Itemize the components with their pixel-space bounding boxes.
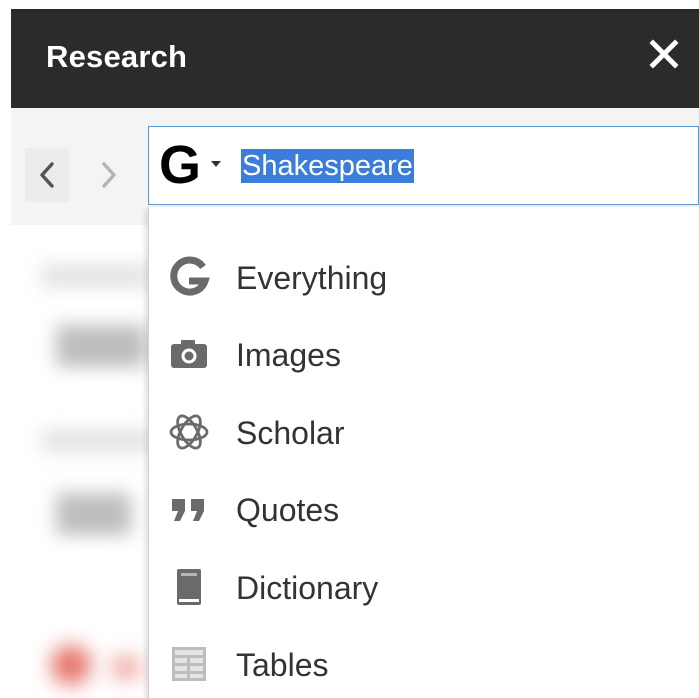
google-g-icon: G <box>159 135 202 195</box>
google-g-icon <box>170 256 210 296</box>
book-icon <box>177 569 201 605</box>
blurred-red-text <box>111 655 141 680</box>
menu-item-label: Images <box>236 337 341 373</box>
close-icon[interactable] <box>647 37 681 71</box>
menu-item-tables[interactable]: Tables <box>149 628 699 698</box>
menu-item-scholar[interactable]: Scholar <box>149 396 699 466</box>
back-button[interactable] <box>25 148 69 202</box>
menu-item-images[interactable]: Images <box>149 318 699 388</box>
caret-down-icon <box>211 161 221 167</box>
menu-item-label: Dictionary <box>236 570 379 606</box>
table-icon <box>172 647 206 681</box>
atom-icon <box>169 414 209 450</box>
search-box[interactable]: G Shakespeare <box>148 126 699 205</box>
menu-item-label: Quotes <box>236 492 340 528</box>
panel-header: Research <box>11 9 699 108</box>
menu-item-everything[interactable]: Everything <box>149 241 699 311</box>
blurred-text <box>41 430 151 452</box>
blurred-red-icon <box>51 645 91 685</box>
menu-item-quotes[interactable]: Quotes <box>149 473 699 543</box>
menu-item-label: Everything <box>236 260 388 296</box>
chevron-right-icon <box>102 162 116 188</box>
search-input[interactable]: Shakespeare <box>241 149 414 183</box>
research-panel: Research G Shakespeare Everything Images… <box>11 9 699 698</box>
camera-icon <box>171 340 207 368</box>
forward-button[interactable] <box>87 148 131 202</box>
search-engine-selector[interactable]: G <box>149 127 239 204</box>
blurred-block <box>56 325 146 367</box>
panel-title: Research <box>46 39 188 74</box>
menu-item-label: Tables <box>236 647 329 683</box>
chevron-left-icon <box>40 162 54 188</box>
blurred-text <box>41 265 151 287</box>
menu-item-label: Scholar <box>236 415 345 451</box>
search-type-dropdown: Everything Images Scholar Quotes Diction… <box>148 207 699 698</box>
quote-icon <box>172 499 204 521</box>
menu-item-dictionary[interactable]: Dictionary <box>149 551 699 621</box>
blurred-block <box>56 493 131 535</box>
